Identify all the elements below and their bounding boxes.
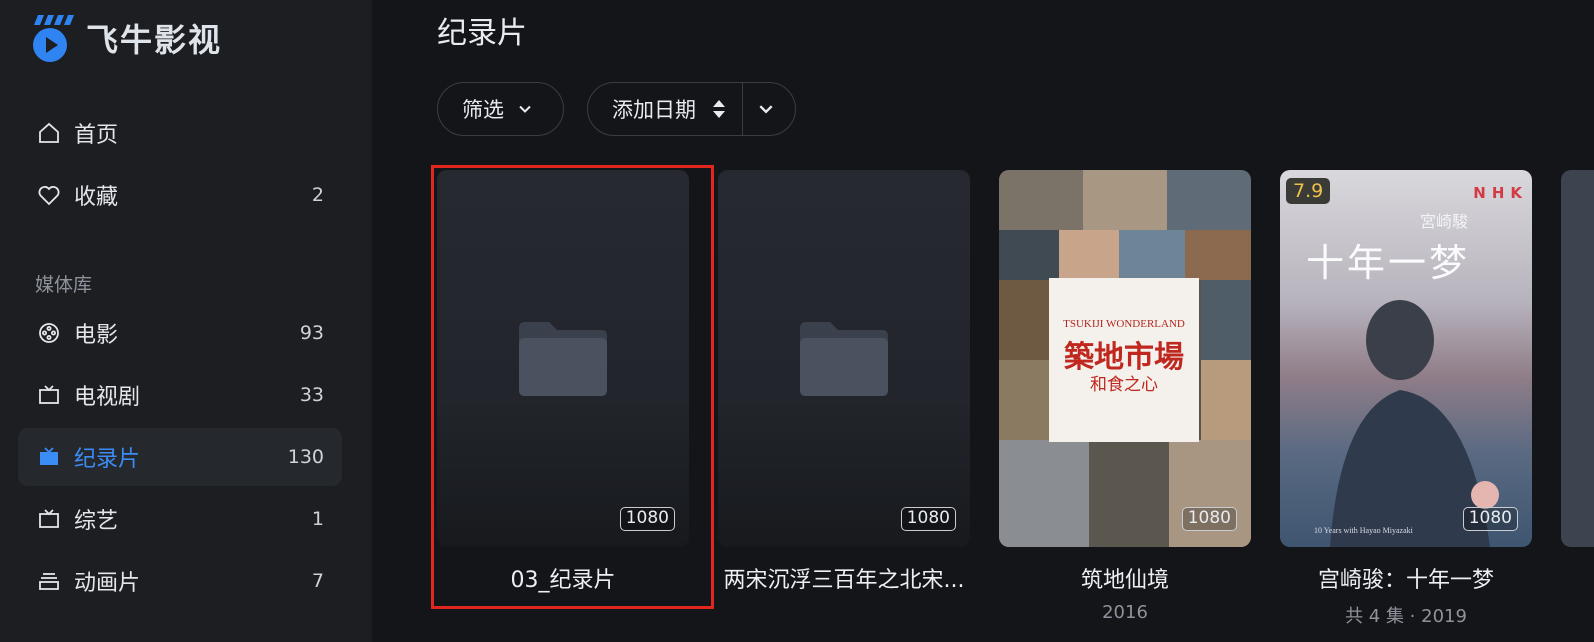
- sidebar-item-label: 首页: [74, 123, 119, 148]
- card-poster[interactable]: 1080: [718, 170, 970, 547]
- app-name: 飞牛影视: [86, 21, 223, 59]
- tv-filled-icon: [34, 442, 64, 472]
- chevron-down-icon: [518, 102, 532, 116]
- card-subtitle: 2016: [1102, 602, 1148, 623]
- sort-label[interactable]: 添加日期: [612, 94, 696, 124]
- poster-subtitle-zh: 和食之心: [1090, 375, 1158, 395]
- sidebar-item-home[interactable]: 首页: [18, 104, 342, 162]
- resolution-badge: 1080: [1462, 507, 1518, 531]
- card-subtitle: 共 4 集 · 2019: [1345, 606, 1467, 627]
- resolution-badge: 1080: [900, 507, 956, 531]
- sidebar-item-animation[interactable]: 动画片 7: [18, 552, 342, 610]
- app-logo[interactable]: 飞牛影视: [30, 12, 222, 64]
- sidebar-item-count: 33: [299, 384, 324, 406]
- sidebar-item-label: 电影: [74, 323, 119, 348]
- sidebar-item-documentary[interactable]: 纪录片 130: [18, 428, 342, 486]
- resolution-badge: 1080: [1181, 507, 1237, 531]
- sidebar-item-movies[interactable]: 电影 93: [18, 304, 342, 362]
- media-card[interactable]: TSUKIJI WONDERLAND 築地市場 和食之心 1080 筑地仙境 2…: [999, 170, 1251, 623]
- media-card-partial[interactable]: [1561, 170, 1594, 547]
- filter-button[interactable]: 筛选: [437, 82, 564, 136]
- rating-badge: 7.9: [1286, 178, 1331, 204]
- app-logo-icon: [30, 13, 74, 63]
- sort-dropdown-chevron-icon[interactable]: [758, 101, 774, 117]
- sort-control: 添加日期: [587, 82, 796, 136]
- media-card[interactable]: 1080 两宋沉浮三百年之北宋...: [718, 170, 970, 593]
- tv-icon: [34, 504, 64, 534]
- section-label-library: 媒体库: [35, 274, 93, 296]
- card-title[interactable]: 两宋沉浮三百年之北宋...: [698, 562, 990, 594]
- sidebar-item-count: 2: [311, 184, 324, 206]
- sidebar-item-label: 纪录片: [74, 447, 141, 472]
- film-reel-icon: [34, 318, 64, 348]
- tv-icon: [34, 380, 64, 410]
- sidebar-item-tv-series[interactable]: 电视剧 33: [18, 366, 342, 424]
- poster-caption: 10 Years with Hayao Miyazaki: [1314, 526, 1413, 535]
- media-card[interactable]: 7.9 NHK 宮崎駿 十年一梦 10 Years with Hayao Miy…: [1280, 170, 1532, 627]
- poster-image: [1330, 300, 1499, 547]
- sort-divider: [742, 83, 743, 135]
- sidebar-item-count: 93: [299, 322, 324, 344]
- poster-title: 十年一梦: [1306, 241, 1471, 285]
- sidebar-item-favorites[interactable]: 收藏 2: [18, 166, 342, 224]
- heart-icon: [34, 180, 64, 210]
- folder-icon: [798, 320, 890, 402]
- nhk-logo: NHK: [1473, 184, 1528, 202]
- sidebar-item-label: 综艺: [74, 509, 119, 534]
- sidebar-item-label: 收藏: [74, 185, 119, 210]
- sort-direction-icon[interactable]: [712, 98, 726, 120]
- stack-icon: [34, 566, 64, 596]
- sidebar-item-count: 130: [287, 446, 324, 468]
- selection-highlight: [431, 165, 714, 609]
- card-title[interactable]: 筑地仙境: [979, 562, 1271, 594]
- poster-title-en: TSUKIJI WONDERLAND: [1063, 318, 1185, 330]
- sidebar-item-label: 动画片: [74, 571, 141, 596]
- card-poster[interactable]: 7.9 NHK 宮崎駿 十年一梦 10 Years with Hayao Miy…: [1280, 170, 1532, 547]
- page-title: 纪录片: [437, 16, 527, 51]
- sidebar-item-label: 电视剧: [74, 385, 141, 410]
- sidebar-item-count: 7: [311, 570, 324, 592]
- sidebar-item-variety[interactable]: 综艺 1: [18, 490, 342, 548]
- filter-label: 筛选: [462, 98, 504, 122]
- sidebar: 飞牛影视 首页 收藏 2 媒体库 电影 93 电视剧 33 纪录片 130 综艺…: [0, 0, 372, 642]
- home-icon: [34, 118, 64, 148]
- poster-name: 宮崎駿: [1420, 212, 1469, 231]
- card-poster[interactable]: TSUKIJI WONDERLAND 築地市場 和食之心 1080: [999, 170, 1251, 547]
- card-title[interactable]: 宫崎骏：十年一梦: [1260, 562, 1552, 594]
- sidebar-item-count: 1: [311, 508, 324, 530]
